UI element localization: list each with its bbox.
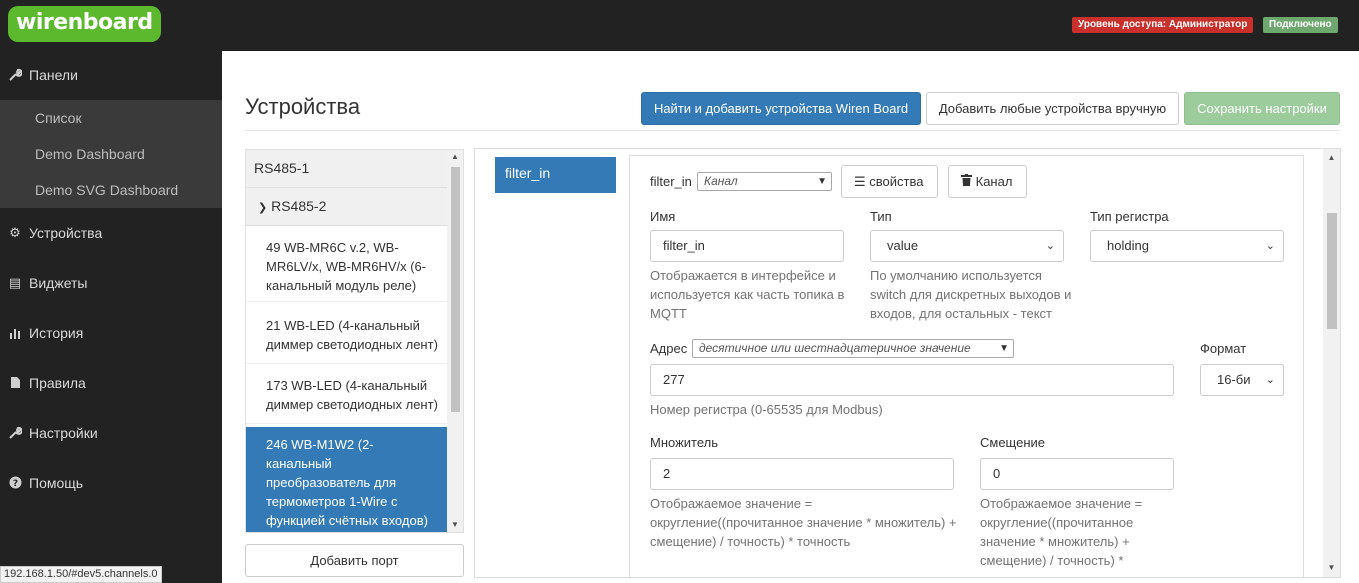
access-level-badge[interactable]: Уровень доступа: Администратор bbox=[1072, 17, 1254, 33]
device-list-item[interactable]: 173 WB-LED (4-канальный диммер светодиод… bbox=[246, 366, 448, 424]
wrench-icon bbox=[7, 55, 23, 98]
scroll-down-icon[interactable]: ▼ bbox=[1323, 561, 1340, 575]
sidebar-item-settings[interactable]: Настройки bbox=[0, 413, 222, 453]
type-select[interactable]: value ⌄ bbox=[870, 230, 1064, 262]
port-label: RS485-2 bbox=[271, 198, 327, 214]
list-icon: ☰ bbox=[854, 174, 866, 189]
register-type-label: Тип регистра bbox=[1090, 209, 1169, 224]
port-rs485-1[interactable]: RS485-1 bbox=[246, 150, 448, 188]
port-list-scrollbar[interactable]: ▲ ▼ bbox=[447, 150, 463, 532]
type-select-value: value bbox=[887, 238, 919, 253]
scroll-thumb[interactable] bbox=[451, 167, 460, 412]
format-select-value: 16-би bbox=[1217, 372, 1251, 387]
status-url: 192.168.1.50/#dev5.channels.0 bbox=[0, 566, 162, 583]
chevron-down-icon: ⌄ bbox=[1265, 374, 1275, 386]
top-navbar: wirenboard Уровень доступа: Администрато… bbox=[0, 0, 1359, 51]
register-type-value: holding bbox=[1107, 238, 1149, 253]
properties-button-label: свойства bbox=[869, 174, 924, 189]
sidebar-item-label: Помощь bbox=[29, 475, 84, 491]
sidebar-item-panels[interactable]: Панели bbox=[0, 55, 222, 95]
chevron-down-icon: ▼ bbox=[817, 176, 827, 187]
device-list-item-active[interactable]: 246 WB-M1W2 (2-канальный преобразователь… bbox=[246, 427, 448, 532]
port-list: RS485-1 ❯ RS485-2 49 WB-MR6C v.2, WB-MR6… bbox=[245, 149, 464, 533]
sidebar-item-widgets[interactable]: ▤ Виджеты bbox=[0, 263, 222, 303]
scroll-down-icon[interactable]: ▼ bbox=[447, 518, 463, 532]
offset-label: Смещение bbox=[980, 435, 1046, 450]
port-rs485-2[interactable]: ❯ RS485-2 bbox=[246, 188, 448, 226]
add-port-button[interactable]: Добавить порт bbox=[245, 544, 464, 577]
format-label: Формат bbox=[1200, 341, 1247, 356]
scale-input[interactable]: 2 bbox=[650, 458, 954, 490]
add-devices-manually-button[interactable]: Добавить любые устройства вручную bbox=[926, 92, 1179, 125]
format-select[interactable]: 16-би ⌄ bbox=[1200, 364, 1284, 396]
editor-scrollbar[interactable]: ▲ ▼ bbox=[1323, 149, 1340, 577]
delete-channel-button[interactable]: Канал bbox=[948, 165, 1027, 198]
device-list-item[interactable]: 21 WB-LED (4-канальный диммер светодиодн… bbox=[246, 306, 448, 364]
sidebar-item-label: Устройства bbox=[29, 225, 103, 241]
gear-icon: ⚙ bbox=[9, 225, 21, 240]
save-settings-button[interactable]: Сохранить настройки bbox=[1184, 92, 1340, 125]
offset-input[interactable]: 0 bbox=[980, 458, 1174, 490]
question-icon: ? bbox=[7, 463, 23, 505]
scale-label: Множитель bbox=[650, 435, 719, 450]
delete-channel-label: Канал bbox=[975, 174, 1013, 189]
sidebar-item-rules[interactable]: Правила bbox=[0, 363, 222, 403]
name-input[interactable]: filter_in bbox=[650, 230, 844, 262]
sidebar-item-label: Настройки bbox=[29, 425, 98, 441]
sidebar-item-help[interactable]: ? Помощь bbox=[0, 463, 222, 503]
sidebar-subitem-list[interactable]: Список bbox=[0, 100, 222, 136]
properties-button[interactable]: ☰ свойства bbox=[841, 165, 938, 198]
address-input[interactable]: 277 bbox=[650, 364, 1174, 396]
file-icon bbox=[7, 363, 23, 405]
chevron-down-icon: ⌄ bbox=[1045, 240, 1055, 252]
name-label: Имя bbox=[650, 209, 676, 224]
wrench-icon bbox=[7, 413, 23, 456]
sidebar-item-label: Виджеты bbox=[29, 275, 88, 291]
name-help: Отображается в интерфейсе и используется… bbox=[650, 268, 845, 321]
device-list-item[interactable]: 49 WB-MR6C v.2, WB-MR6LV/x, WB-MR6HV/x (… bbox=[246, 228, 448, 302]
offset-help: Отображаемое значение = округление((проч… bbox=[980, 496, 1143, 577]
channel-editor: filter_in filter_in Канал ▼ ☰ свойства К… bbox=[474, 148, 1341, 578]
scroll-up-icon[interactable]: ▲ bbox=[1323, 151, 1340, 165]
scroll-up-icon[interactable]: ▲ bbox=[447, 150, 463, 164]
bar-chart-icon bbox=[7, 313, 23, 355]
channel-type-select[interactable]: Канал ▼ bbox=[697, 172, 832, 191]
sidebar-item-label: История bbox=[29, 325, 84, 341]
address-help: Номер регистра (0-65535 для Modbus) bbox=[650, 402, 883, 417]
sidebar-item-label: Панели bbox=[29, 67, 78, 83]
sidebar-subitem-demo-svg-dashboard[interactable]: Demo SVG Dashboard bbox=[0, 172, 222, 208]
list-icon: ▤ bbox=[8, 275, 22, 290]
sidebar-item-devices[interactable]: ⚙ Устройства bbox=[0, 213, 222, 253]
address-format-value: десятичное или шестнадцатеричное значени… bbox=[699, 341, 971, 355]
wirenboard-logo[interactable]: wirenboard bbox=[8, 6, 161, 42]
sidebar: Панели Список Demo Dashboard Demo SVG Da… bbox=[0, 51, 222, 583]
channel-name-label: filter_in bbox=[650, 174, 692, 189]
svg-text:?: ? bbox=[12, 479, 17, 489]
header-divider bbox=[245, 130, 1340, 131]
panels-submenu: Список Demo Dashboard Demo SVG Dashboard bbox=[0, 100, 222, 208]
channel-tab-filter-in[interactable]: filter_in bbox=[495, 157, 616, 193]
channel-form: filter_in Канал ▼ ☰ свойства Канал Имя f… bbox=[629, 155, 1304, 577]
chevron-down-icon: ▼ bbox=[999, 343, 1009, 354]
trash-icon bbox=[961, 174, 976, 189]
address-label: Адрес bbox=[650, 341, 688, 356]
sidebar-subitem-demo-dashboard[interactable]: Demo Dashboard bbox=[0, 136, 222, 172]
type-help: По умолчанию используется switch для дис… bbox=[870, 268, 1072, 321]
type-label: Тип bbox=[870, 209, 892, 224]
scroll-thumb[interactable] bbox=[1327, 213, 1337, 329]
register-type-select[interactable]: holding ⌄ bbox=[1090, 230, 1284, 262]
find-devices-button[interactable]: Найти и добавить устройства Wiren Board bbox=[641, 92, 921, 125]
page-title: Устройства bbox=[245, 94, 361, 119]
scale-help: Отображаемое значение = округление((проч… bbox=[650, 496, 957, 549]
channel-select-value: Канал bbox=[704, 174, 738, 188]
address-format-select[interactable]: десятичное или шестнадцатеричное значени… bbox=[692, 339, 1014, 358]
chevron-down-icon: ⌄ bbox=[1265, 240, 1275, 252]
chevron-down-icon: ❯ bbox=[258, 202, 268, 214]
sidebar-item-label: Правила bbox=[29, 375, 86, 391]
connection-status-badge: Подключено bbox=[1263, 17, 1338, 33]
sidebar-item-history[interactable]: История bbox=[0, 313, 222, 353]
